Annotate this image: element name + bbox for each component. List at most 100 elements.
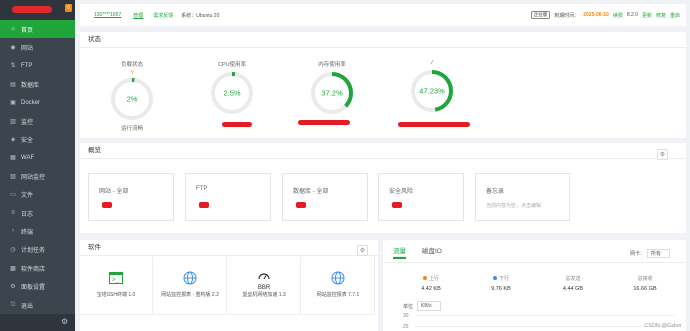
traffic-stat-label-text: 上行 <box>428 276 439 282</box>
software-name: 网站监控报表 - 重构版 2.2 <box>161 292 219 298</box>
overview-card[interactable]: 安全风险 <box>378 173 464 221</box>
bbr-app-icon: BBR <box>257 271 271 291</box>
top-bar: 130****1897 管理 需求反馈 系统：Ubuntu 20 企业版 到期时… <box>80 4 686 26</box>
repair-link[interactable]: 修复 <box>656 12 666 19</box>
user-account-link[interactable]: 130****1897 <box>94 12 121 18</box>
sidebar-item-13[interactable]: ▩ 软件商店 <box>0 259 75 277</box>
svg-text:>_: >_ <box>112 277 120 284</box>
traffic-stat: 上行 4.42 KB <box>411 275 451 292</box>
sidebar-item-10[interactable]: ≡ 日志 <box>0 204 75 222</box>
sidebar-item-label: 计划任务 <box>21 248 46 255</box>
sidebar-item-7[interactable]: ▦ WAF <box>0 149 75 167</box>
sidebar-item-9[interactable]: ▭ 文件 <box>0 186 75 204</box>
globe-app-icon <box>183 271 197 285</box>
gear-icon[interactable]: ⚙ <box>61 317 68 326</box>
update-link[interactable]: 更新 <box>642 12 652 19</box>
manage-link[interactable]: 管理 <box>133 12 143 19</box>
sidebar-item-label: WAF <box>21 154 35 161</box>
traffic-stat-label-text: 总发送 <box>565 276 581 282</box>
legend-dot <box>492 276 497 280</box>
gauge-label: 内存使用率 <box>318 62 346 68</box>
overview-card[interactable]: 备忘录当前内容为空，点击编辑 <box>475 173 570 221</box>
logout-icon: ⎋ <box>10 301 16 308</box>
overview-card[interactable]: 数据库 - 全部 <box>282 173 368 221</box>
software-item[interactable]: >_ 宝塔SSH终端 1.0 <box>80 257 153 315</box>
gauge-sub: 运行流畅 <box>120 126 143 132</box>
traffic-stat-label: 上行 <box>411 275 451 282</box>
folder-icon: ▭ <box>10 192 16 199</box>
redaction-mark <box>298 120 350 125</box>
redaction-mark <box>199 202 209 208</box>
sidebar-item-0[interactable]: ⌂ 首页 <box>0 20 75 39</box>
sidebar-item-label: 网站监控 <box>21 174 46 181</box>
sidebar-item-1[interactable]: ◉ 网站 <box>0 38 75 56</box>
traffic-panel: 流量 磁盘IO 网卡： 所有 上行 4.42 KB 下行 9.76 KB 总发送 4.44… <box>383 240 686 331</box>
gauge[interactable]: / 47.23% <box>410 60 454 113</box>
gauge-label: CPU使用率 <box>217 62 247 68</box>
overview-card-title: FTP <box>196 186 208 192</box>
sidebar-item-14[interactable]: ⚙ 面板设置 <box>0 277 75 295</box>
gauge[interactable]: 负载状态 ? 2% 运行流畅 <box>110 60 154 132</box>
renew-link[interactable]: 续费 <box>613 12 623 19</box>
feedback-link[interactable]: 需求反馈 <box>153 12 173 19</box>
gauge[interactable]: CPU使用率 2.5% <box>210 60 254 115</box>
redaction-mark <box>296 202 306 208</box>
sidebar-item-4[interactable]: ▣ Docker <box>0 94 75 112</box>
overview-card[interactable]: 网站 - 全部 <box>88 173 174 221</box>
watermark: CSDN @Gxber <box>644 323 682 329</box>
traffic-stat-value: 4.44 GB <box>562 286 584 292</box>
expire-date: 2025-06-10 <box>583 12 609 18</box>
sidebar-item-label: 软件商店 <box>21 266 46 273</box>
sidebar-item-6[interactable]: ◈ 安全 <box>0 130 75 148</box>
tab-disk-io[interactable]: 磁盘IO <box>422 245 442 259</box>
sidebar-item-8[interactable]: ▧ 网站监控 <box>0 167 75 185</box>
docker-icon: ▣ <box>10 100 16 107</box>
traffic-stat: 总发送 4.44 GB <box>553 275 593 292</box>
gauge-ring: 47.23% <box>411 70 453 112</box>
sidebar-item-label: FTP <box>21 62 33 69</box>
traffic-stat-label-text: 下行 <box>498 276 509 282</box>
sidebar-item-2[interactable]: ⇅ FTP <box>0 57 75 75</box>
help-icon[interactable]: ? <box>130 71 133 77</box>
restart-link[interactable]: 重启 <box>670 12 680 19</box>
overview-settings-button[interactable]: ⚙ <box>657 149 668 160</box>
tab-traffic[interactable]: 流量 <box>393 245 406 259</box>
gauge-ring: 2% <box>111 78 153 120</box>
sidebar-item-label: Docker <box>21 99 41 106</box>
software-item[interactable]: 网站监控报表 7.7.1 <box>302 257 375 315</box>
traffic-stat-value: 4.42 KB <box>421 286 441 292</box>
clock-icon: ◷ <box>10 247 16 254</box>
sidebar-item-label: 日志 <box>21 211 34 218</box>
redaction-mark <box>102 202 112 208</box>
home-icon: ⌂ <box>11 26 15 33</box>
software-item[interactable]: BBR 堡垒机网络加速 1.3 <box>228 257 301 315</box>
software-name: 宝塔SSH终端 1.0 <box>96 292 136 298</box>
overview-card[interactable]: FTP <box>185 173 271 221</box>
unit-select[interactable]: KB/s <box>417 301 441 311</box>
gauge-value: 37.2% <box>321 89 343 98</box>
status-panel: 状态 负载状态 ? 2% 运行流畅 CPU使用率 2.5% 内存使用率 37.2% / 47.2… <box>80 32 686 138</box>
waf-icon: ▦ <box>10 155 16 162</box>
sidebar-item-3[interactable]: ▤ 数据库 <box>0 75 75 93</box>
software-item[interactable]: 网站监控报表 - 重构版 2.2 <box>154 257 227 315</box>
sidebar-item-label: 文件 <box>21 193 34 200</box>
sidebar-item-label: 安全 <box>21 138 34 145</box>
gauge[interactable]: 内存使用率 37.2% <box>310 60 354 115</box>
memo-hint[interactable]: 当前内容为空，点击编辑 <box>486 202 541 209</box>
sidebar-item-15[interactable]: ⎋ 退出 <box>0 296 75 314</box>
traffic-stat: 下行 9.76 KB <box>481 275 521 292</box>
sidebar-item-5[interactable]: ▥ 监控 <box>0 112 75 130</box>
nic-select[interactable]: 所有 <box>646 249 670 258</box>
traffic-stat-value: 9.76 KB <box>491 286 511 292</box>
overview-card-title: 备忘录 <box>486 189 505 195</box>
store-icon: ▩ <box>10 265 16 272</box>
software-settings-button[interactable]: ⚙ <box>357 245 368 256</box>
software-panel: 软件 ⚙ >_ 宝塔SSH终端 1.0 网站监控报表 - 重构版 2.2 BBR 堡垒机… <box>80 240 378 331</box>
redaction-mark <box>398 122 470 127</box>
enterprise-badge: 企业版 <box>530 11 551 19</box>
sidebar-item-11[interactable]: › 终端 <box>0 222 75 240</box>
traffic-stat-label: 总接收 <box>625 275 665 282</box>
sidebar-item-label: 监控 <box>21 119 34 126</box>
sidebar-item-12[interactable]: ◷ 计划任务 <box>0 241 75 259</box>
notification-badge[interactable]: 0 <box>65 4 72 12</box>
